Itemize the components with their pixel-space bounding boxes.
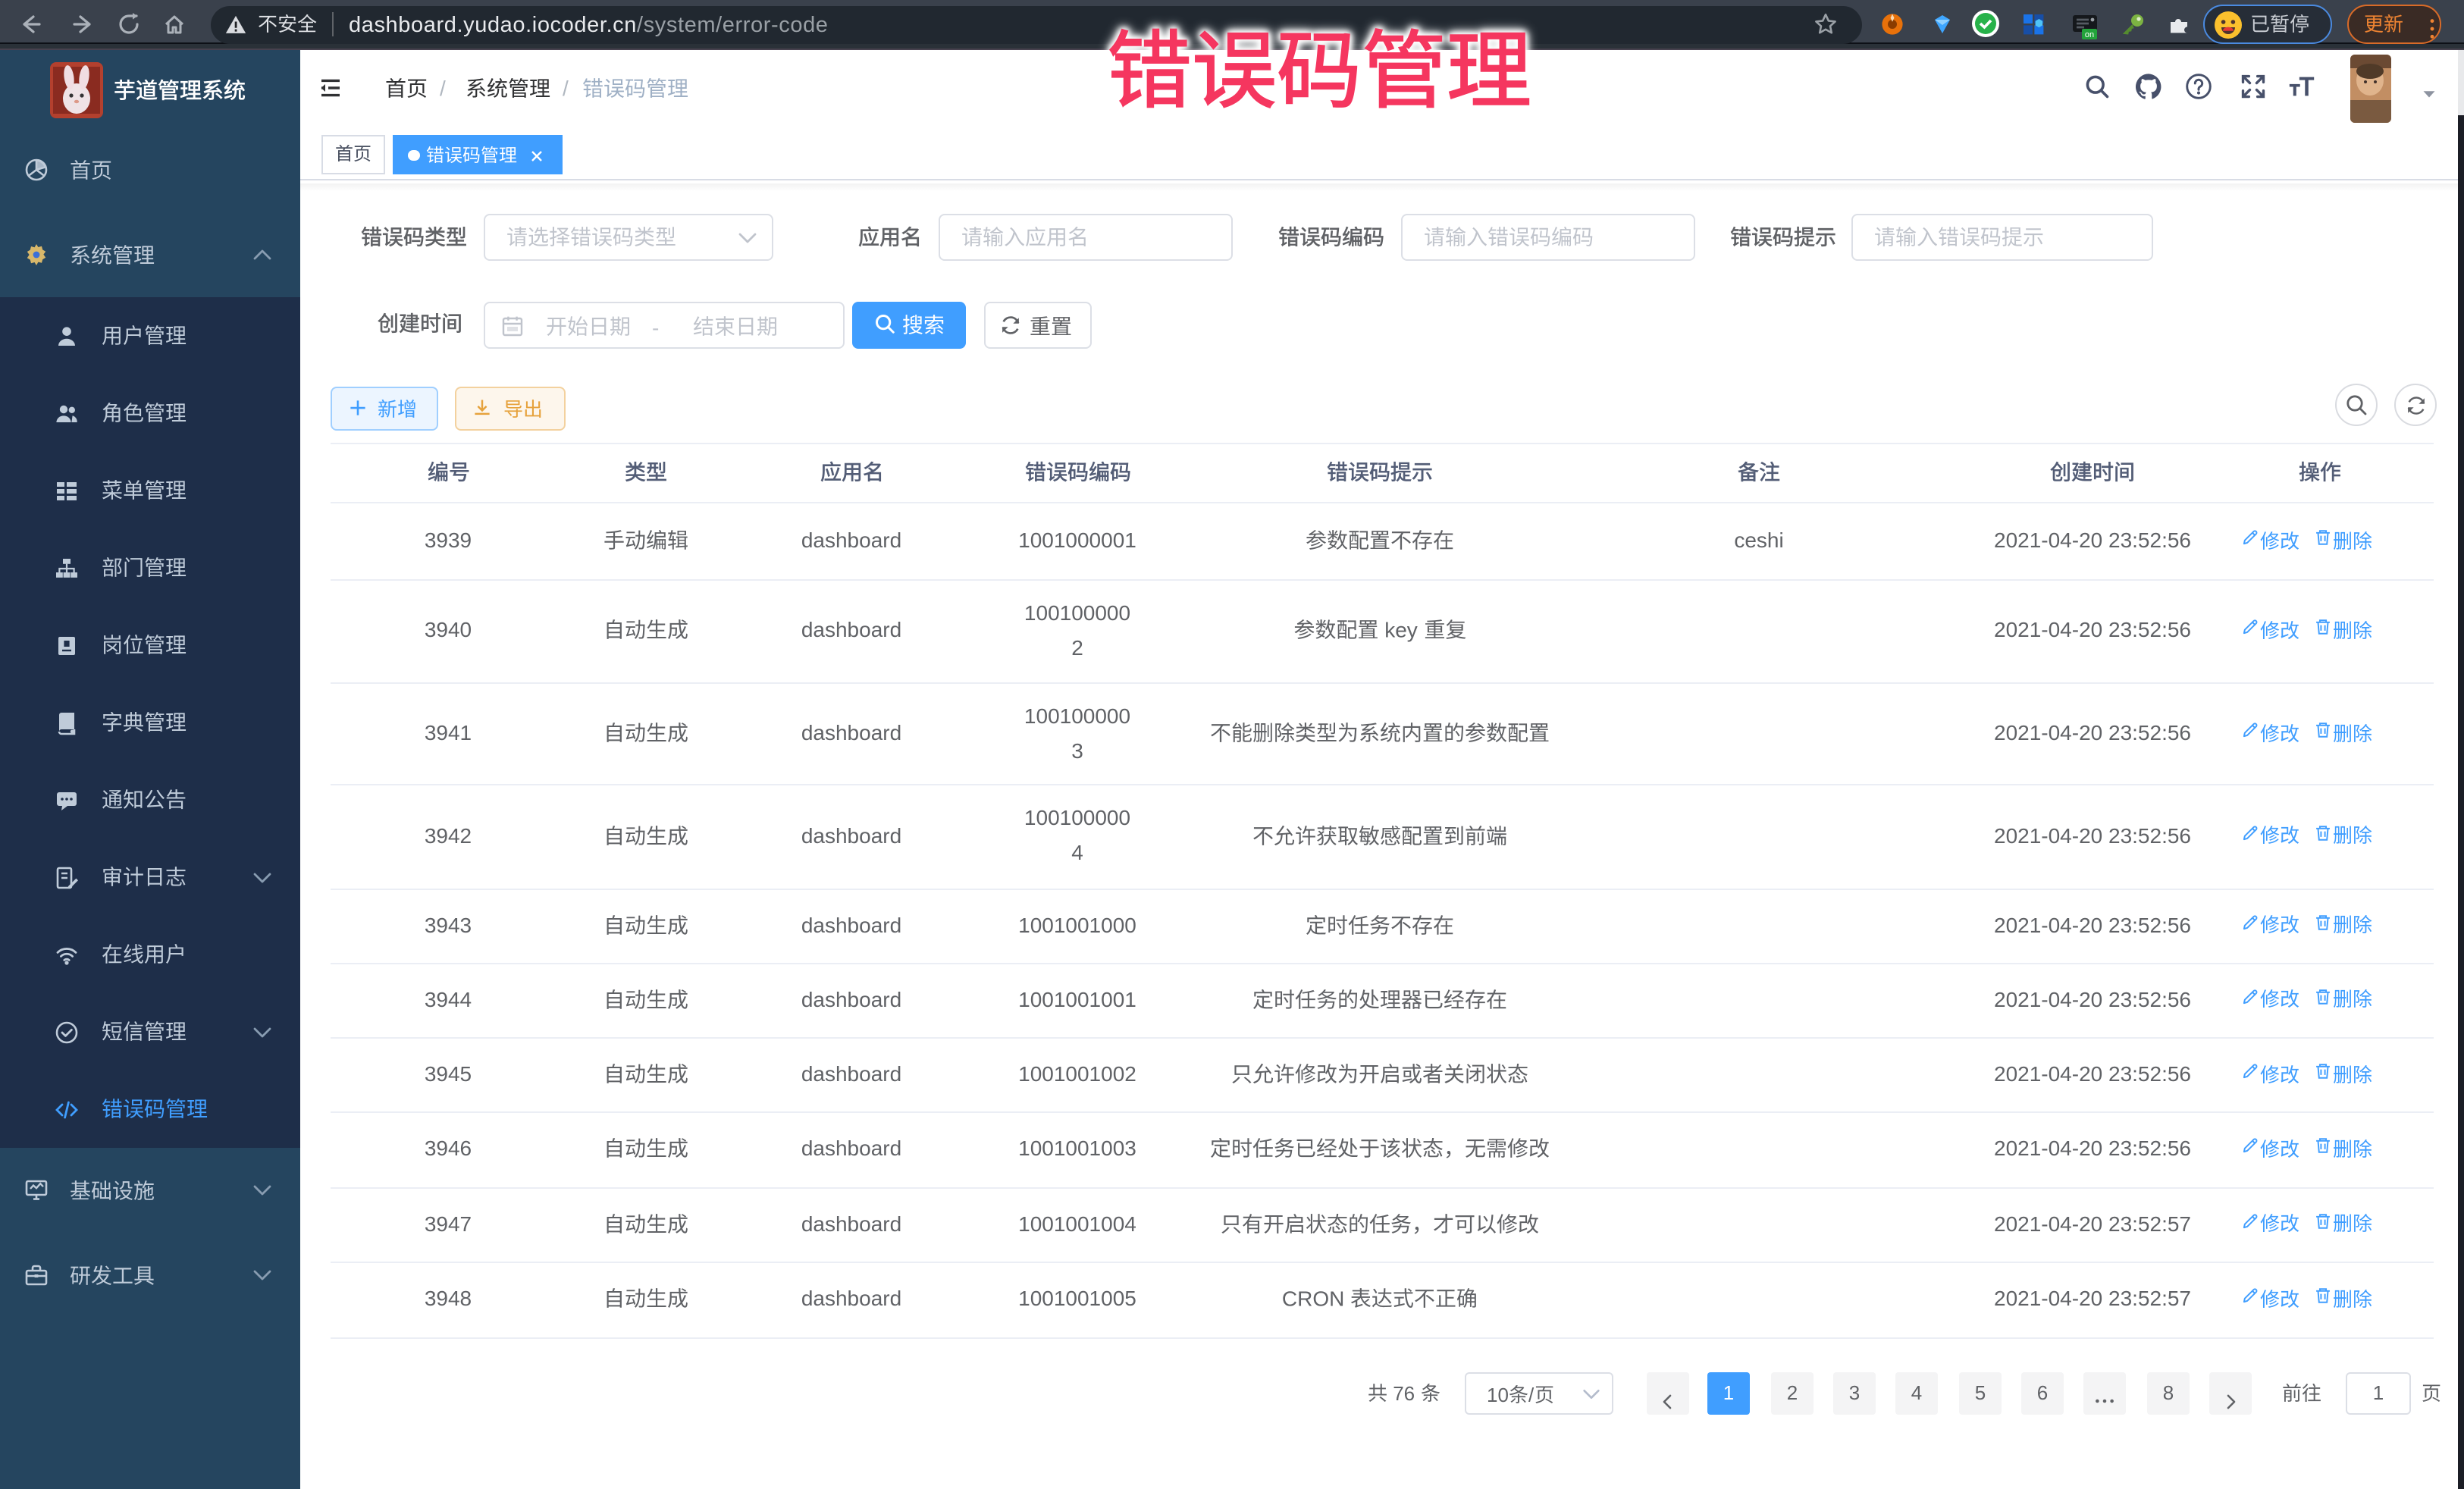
svg-text:on: on xyxy=(2085,30,2094,39)
